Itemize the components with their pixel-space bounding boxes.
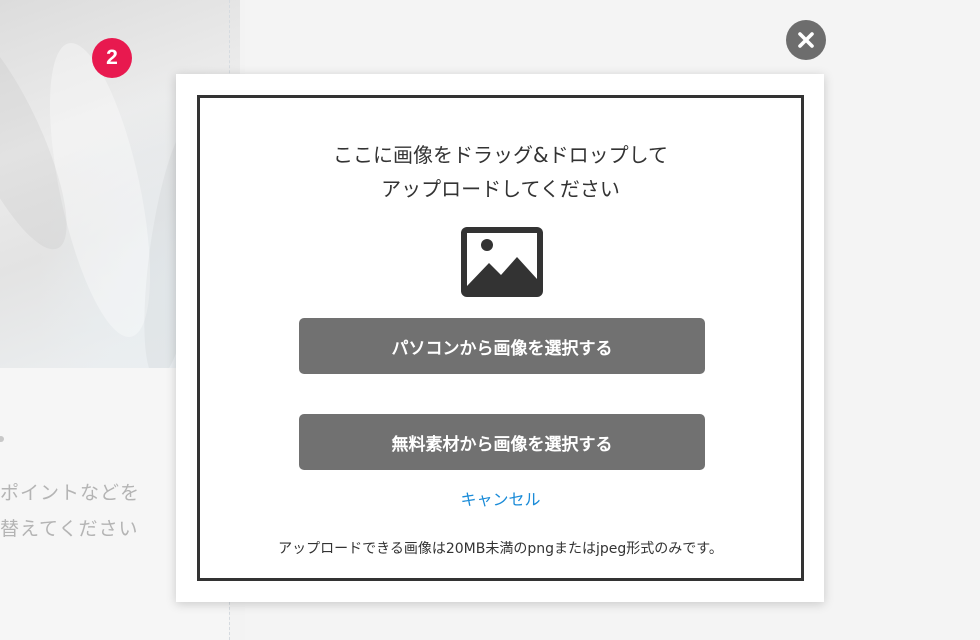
image-placeholder-icon bbox=[461, 227, 543, 297]
upload-dialog: ここに画像をドラッグ&ドロップして アップロードしてください パソコンから画像を… bbox=[176, 74, 824, 602]
select-from-free-stock-button[interactable]: 無料素材から画像を選択する bbox=[299, 414, 705, 470]
step-number-badge: 2 bbox=[92, 38, 132, 78]
upload-constraints-note: アップロードできる画像は20MB未満のpngまたはjpeg形式のみです。 bbox=[278, 541, 723, 557]
instruction-line: アップロードしてください bbox=[381, 177, 620, 201]
background-text-line: ポイントなどを bbox=[0, 482, 141, 504]
image-drop-zone[interactable]: ここに画像をドラッグ&ドロップして アップロードしてください パソコンから画像を… bbox=[197, 95, 804, 581]
background-text-line: 替えてください bbox=[0, 518, 139, 540]
select-from-pc-button[interactable]: パソコンから画像を選択する bbox=[299, 318, 705, 374]
drop-instruction: ここに画像をドラッグ&ドロップして アップロードしてください bbox=[200, 138, 801, 206]
instruction-line: ここに画像をドラッグ&ドロップして bbox=[333, 143, 668, 167]
close-button[interactable] bbox=[786, 20, 826, 60]
close-icon bbox=[798, 32, 814, 48]
cancel-link[interactable]: キャンセル bbox=[200, 486, 801, 510]
